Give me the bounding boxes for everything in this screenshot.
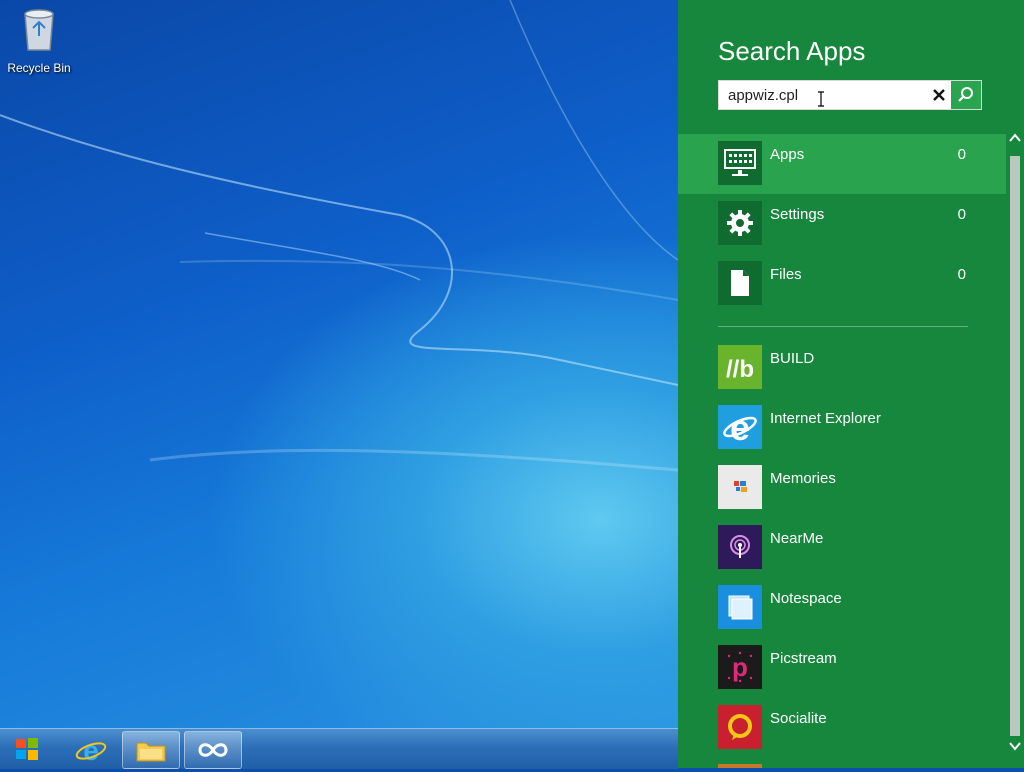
svg-text:e: e [83,736,99,764]
scope-label: Settings [770,206,825,223]
svg-text:p: p [732,652,748,682]
recycle-bin-label: Recycle Bin [7,61,71,75]
gear-icon [727,210,753,236]
taskbar-internet-explorer[interactable]: e [62,731,120,769]
app-result-notespace[interactable]: Notespace [678,578,1006,638]
scope-settings[interactable]: Settings 0 [678,194,1006,254]
svg-text:e: e [730,407,750,447]
app-label: Memories [770,470,836,487]
taskbar: e [0,728,678,769]
app-result-picstream[interactable]: p Picstream [678,638,1006,698]
results-divider [718,326,968,327]
app-result-build[interactable]: //b BUILD [678,338,1006,398]
search-go-button[interactable] [950,81,981,109]
socialite-icon [718,705,762,749]
text-cursor-icon [818,91,824,107]
clear-search-button[interactable] [925,81,953,109]
next-app-tile-partial [718,764,762,768]
build-icon: //b [718,345,762,389]
scope-label: Files [770,266,802,283]
scroll-thumb[interactable] [1010,156,1020,736]
app-label: BUILD [770,350,815,367]
scope-files[interactable]: Files 0 [678,254,1006,314]
app-label: Socialite [770,710,827,727]
desktop: Recycle Bin [0,0,678,768]
windows-logo-icon [16,738,38,760]
apps-tile [718,141,762,185]
taskbar-file-explorer[interactable] [122,731,180,769]
scope-apps[interactable]: Apps 0 [678,134,1006,194]
settings-tile [718,201,762,245]
wallpaper-streaks [0,0,678,472]
search-pane-title: Search Apps [718,36,866,66]
recycle-bin-icon [24,9,54,51]
internet-explorer-icon: e [718,405,762,449]
files-tile [718,261,762,305]
svg-text://b: //b [726,356,754,383]
search-charm-pane: Search Apps appwiz.cpl Apps 0 Settings 0… [678,0,1024,768]
memories-icon [718,465,762,509]
search-icon [958,87,973,102]
nearme-icon [718,525,762,569]
chevron-down-icon [1009,742,1021,751]
results-scrollbar[interactable] [1006,126,1024,768]
picstream-icon: p [718,645,762,689]
chevron-up-icon [1009,133,1021,142]
keyboard-icon [724,149,756,176]
scope-count: 0 [957,146,966,163]
app-result-nearme[interactable]: NearMe [678,518,1006,578]
taskbar-infinity-app[interactable] [184,731,242,769]
app-label: Notespace [770,590,842,607]
scroll-down-button[interactable] [1006,736,1024,756]
app-label: Picstream [770,650,837,667]
app-result-memories[interactable]: Memories [678,458,1006,518]
app-label: Internet Explorer [770,410,881,427]
app-label: NearMe [770,530,824,547]
internet-explorer-icon: e [75,736,107,764]
scroll-up-button[interactable] [1006,128,1024,148]
notespace-icon [718,585,762,629]
scope-count: 0 [957,206,966,223]
app-result-socialite[interactable]: Socialite [678,698,1006,758]
infinity-icon [198,743,228,757]
desktop-icon-recycle-bin[interactable]: Recycle Bin [4,6,74,75]
close-icon [933,89,945,101]
scope-label: Apps [770,146,805,163]
scope-count: 0 [957,266,966,283]
file-icon [731,270,749,296]
search-box[interactable] [718,80,982,110]
folder-icon [136,742,166,762]
app-result-internet-explorer[interactable]: e Internet Explorer [678,398,1006,458]
start-button[interactable] [2,731,54,767]
